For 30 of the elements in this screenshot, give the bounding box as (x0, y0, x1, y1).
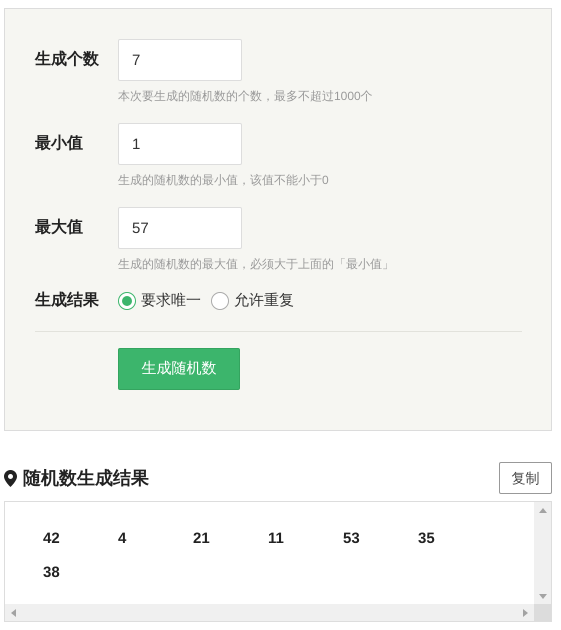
field-label: 最大值 (35, 218, 84, 238)
scroll-up-icon[interactable] (538, 508, 546, 513)
radio-button[interactable] (118, 292, 136, 310)
copy-button[interactable]: 复制 (499, 462, 552, 494)
field-label: 最小值 (35, 134, 84, 154)
random-number: 42 (43, 529, 61, 549)
scroll-down-icon[interactable] (538, 594, 546, 599)
radio-option[interactable]: 允许重复 (211, 290, 294, 312)
scroll-left-icon[interactable] (11, 608, 16, 616)
field-label: 生成结果 (35, 290, 100, 311)
field-hint: 生成的随机数的最大值，必须大于上面的「最小值」 (118, 256, 394, 273)
field-hint: 本次要生成的随机数的个数，最多不超过1000个 (118, 88, 373, 105)
number-input[interactable]: 57 (118, 207, 242, 249)
vertical-scrollbar[interactable] (534, 502, 551, 605)
random-number: 35 (418, 529, 436, 549)
radio-option[interactable]: 要求唯一 (118, 290, 201, 312)
field-label: 生成个数 (35, 50, 100, 70)
random-number: 38 (43, 562, 61, 582)
field-hint: 生成的随机数的最小值，该值不能小于0 (118, 172, 329, 189)
location-pin-icon (4, 470, 17, 486)
radio-button[interactable] (211, 292, 229, 310)
random-number: 53 (343, 529, 361, 549)
section-title: 随机数生成结果 (23, 466, 149, 490)
random-number: 11 (268, 529, 285, 549)
random-number: 21 (193, 529, 211, 549)
number-input[interactable]: 7 (118, 39, 242, 81)
number-input[interactable]: 1 (118, 123, 242, 165)
scroll-right-icon[interactable] (523, 608, 528, 616)
random-number: 4 (118, 529, 128, 549)
horizontal-scrollbar[interactable] (5, 604, 534, 621)
